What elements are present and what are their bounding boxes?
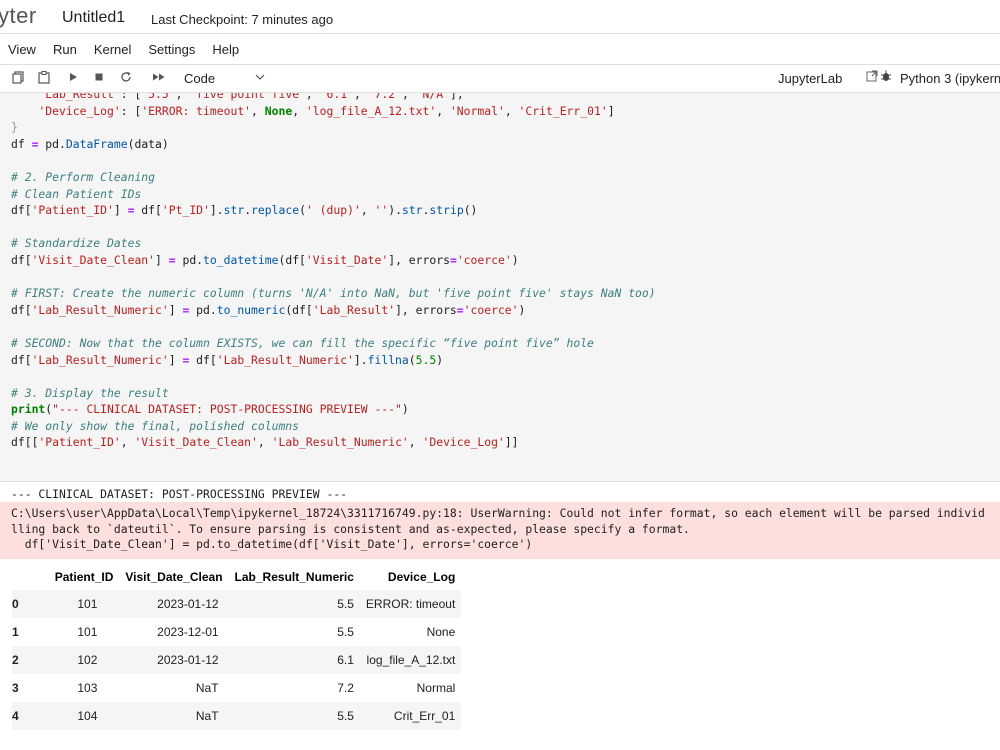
table-cell: 5.5 [337, 709, 354, 723]
table-cell: ERROR: timeout [365, 597, 456, 611]
code-line: 'Lab_Result': ['5.5', 'five point five',… [38, 92, 464, 101]
table-header-row: Patient_ID Visit_Date_Clean Lab_Result_N… [12, 564, 461, 590]
code-line: # Clean Patient IDs [11, 186, 142, 201]
table-cell: 7.2 [337, 681, 354, 695]
cell-output-stdout: --- CLINICAL DATASET: POST-PROCESSING PR… [11, 487, 348, 501]
table-cell: 103 [77, 681, 98, 695]
table-row: 1 101 2023-12-01 5.5 None [12, 618, 461, 646]
table-header: Device_Log [387, 570, 456, 584]
table-cell: 2023-12-01 [157, 625, 219, 639]
code-line: df['Lab_Result_Numeric'] = pd.to_numeric… [11, 302, 526, 317]
code-line: df['Visit_Date_Clean'] = pd.to_datetime(… [11, 252, 519, 267]
row-index: 3 [12, 681, 19, 695]
row-index: 2 [12, 653, 19, 667]
code-cell-input[interactable]: 'Lab_Result': ['5.5', 'five point five',… [0, 92, 1000, 482]
menu-bar: View Run Kernel Settings Help [0, 33, 1000, 65]
menu-settings[interactable]: Settings [148, 42, 195, 57]
table-cell: Crit_Err_01 [393, 709, 456, 723]
table-header [12, 564, 49, 590]
code-line: 'Device_Log': ['ERROR: timeout', None, '… [38, 103, 615, 118]
notebook-title[interactable]: Untitled1 [62, 9, 125, 27]
table-header: Visit_Date_Clean [125, 570, 223, 584]
chevron-down-icon[interactable] [255, 72, 265, 84]
jupyterlab-link[interactable]: JupyterLab [778, 71, 842, 86]
table-cell: 5.5 [337, 597, 354, 611]
notebook-toolbar: Code JupyterLab Python 3 (ipykerne [0, 65, 1000, 94]
table-cell: NaT [195, 681, 219, 695]
stop-icon[interactable] [94, 71, 104, 86]
checkpoint-status: Last Checkpoint: 7 minutes ago [151, 12, 334, 27]
code-line: # We only show the final, polished colum… [11, 418, 300, 433]
warning-line: df['Visit_Date_Clean'] = pd.to_datetime(… [11, 537, 533, 552]
table-cell: 6.1 [337, 653, 354, 667]
code-line: df = pd.DataFrame(data) [11, 136, 169, 151]
code-line: # 3. Display the result [11, 385, 169, 400]
copy-icon[interactable] [12, 71, 24, 87]
table-cell: Normal [416, 681, 456, 695]
restart-icon[interactable] [120, 71, 132, 86]
row-index: 0 [12, 597, 19, 611]
dataframe-output: Patient_ID Visit_Date_Clean Lab_Result_N… [12, 564, 462, 730]
menu-run[interactable]: Run [53, 42, 77, 57]
code-line: df['Patient_ID'] = df['Pt_ID'].str.repla… [11, 203, 478, 218]
warning-line: C:\Users\user\AppData\Local\Temp\ipykern… [11, 506, 985, 520]
table-cell: 101 [77, 597, 98, 611]
code-line: df['Lab_Result_Numeric'] = df['Lab_Resul… [11, 352, 444, 367]
table-cell: 5.5 [337, 625, 354, 639]
row-index: 1 [12, 625, 19, 639]
code-line: df[['Patient_ID', 'Visit_Date_Clean', 'L… [11, 435, 519, 450]
menu-kernel[interactable]: Kernel [94, 42, 132, 57]
table-cell: 2023-01-12 [157, 653, 219, 667]
warning-line: lling back to `dateutil`. To ensure pars… [11, 521, 690, 536]
cell-type-select[interactable]: Code [184, 71, 215, 86]
table-cell: NaT [195, 709, 219, 723]
code-line: # SECOND: Now that the column EXISTS, we… [11, 335, 594, 350]
table-cell: 2023-01-12 [157, 597, 219, 611]
menu-help[interactable]: Help [212, 42, 239, 57]
table-cell: 104 [77, 709, 98, 723]
code-line: # 2. Perform Cleaning [11, 169, 156, 184]
code-line: print("--- CLINICAL DATASET: POST-PROCES… [11, 402, 409, 417]
table-cell: log_file_A_12.txt [366, 653, 456, 667]
paste-icon[interactable] [38, 71, 50, 87]
code-line: # FIRST: Create the numeric column (turn… [11, 286, 656, 301]
table-header: Patient_ID [54, 570, 114, 584]
table-row: 2 102 2023-01-12 6.1 log_file_A_12.txt [12, 646, 462, 674]
kernel-status[interactable]: Python 3 (ipykerne [900, 71, 1000, 86]
jupyter-logo[interactable]: yter [0, 3, 37, 29]
menu-view[interactable]: View [8, 42, 36, 57]
fast-forward-icon[interactable] [152, 71, 166, 86]
cell-output-warning: C:\Users\user\AppData\Local\Temp\ipykern… [0, 502, 1000, 559]
table-header: Lab_Result_Numeric [234, 570, 354, 584]
debugger-icon[interactable] [880, 70, 892, 85]
table-cell: None [426, 625, 456, 639]
code-line: # Standardize Dates [11, 236, 142, 251]
external-link-icon[interactable] [866, 70, 878, 85]
code-editor[interactable]: 'Lab_Result': ['5.5', 'five point five',… [0, 92, 1000, 451]
table-row: 0 101 2023-01-12 5.5 ERROR: timeout [12, 590, 462, 618]
code-line: } [11, 120, 18, 135]
table-cell: 101 [77, 625, 98, 639]
title-bar: yter Untitled1 Last Checkpoint: 7 minute… [0, 0, 1000, 33]
table-cell: 102 [77, 653, 98, 667]
table-row: 4 104 NaT 5.5 Crit_Err_01 [12, 702, 462, 730]
table-row: 3 103 NaT 7.2 Normal [12, 674, 461, 702]
run-icon[interactable] [68, 71, 78, 86]
row-index: 4 [12, 709, 19, 723]
